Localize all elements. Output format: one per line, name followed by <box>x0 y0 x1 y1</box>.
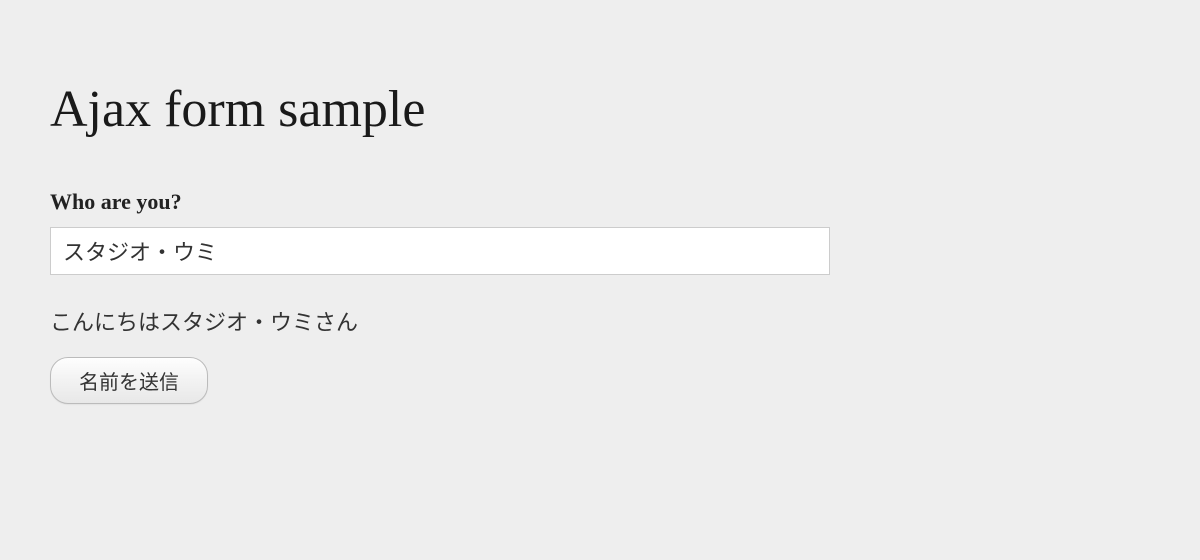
name-field-label: Who are you? <box>50 189 1150 215</box>
greeting-message: こんにちはスタジオ・ウミさん <box>50 305 1150 337</box>
submit-button[interactable]: 名前を送信 <box>50 357 208 404</box>
page-title: Ajax form sample <box>50 80 1150 139</box>
name-input[interactable] <box>50 227 830 275</box>
